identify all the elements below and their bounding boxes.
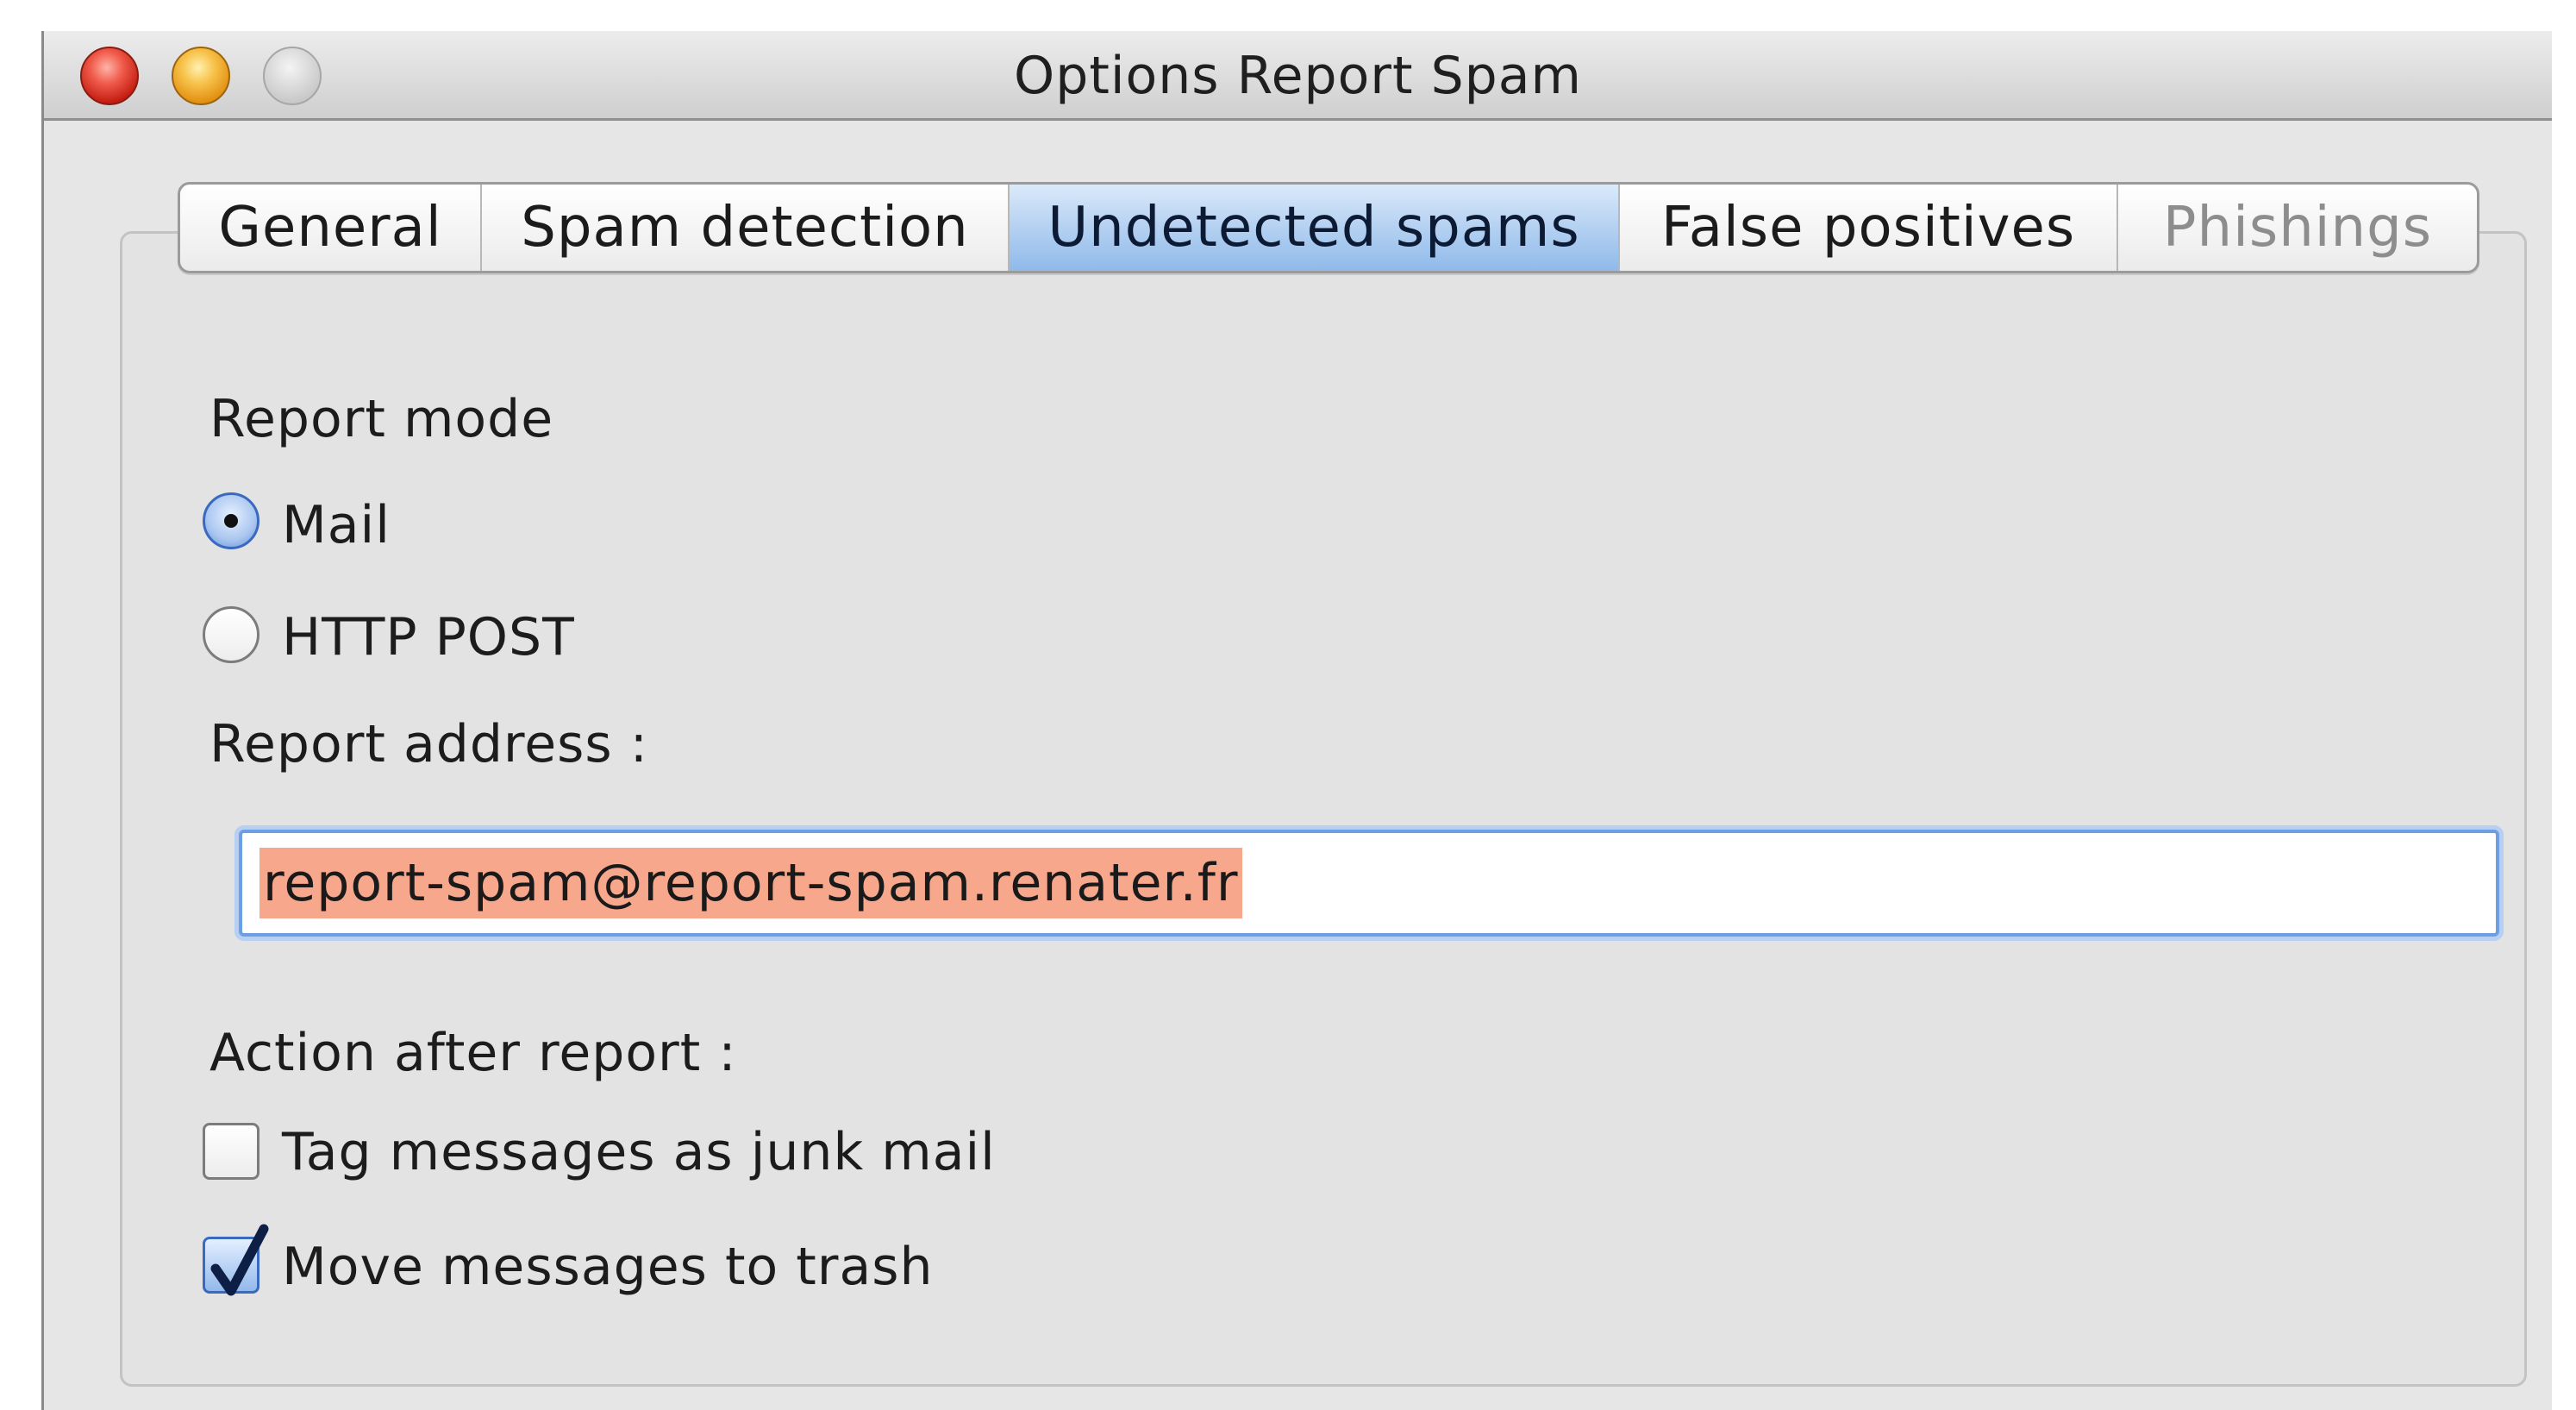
tab-undetected-spams[interactable]: Undetected spams xyxy=(1010,185,1620,271)
http-post-radio-label[interactable]: HTTP POST xyxy=(282,607,575,667)
title-bar[interactable]: Options Report Spam xyxy=(44,31,2552,121)
tab-spam-detection[interactable]: Spam detection xyxy=(482,185,1010,271)
move-to-trash-label[interactable]: Move messages to trash xyxy=(282,1237,934,1297)
report-address-label: Report address : xyxy=(209,714,648,774)
tag-junk-checkbox[interactable] xyxy=(203,1123,259,1180)
tab-general[interactable]: General xyxy=(180,185,482,271)
tab-phishings: Phishings xyxy=(2162,196,2433,260)
options-window: Options Report Spam General Spam detecti… xyxy=(41,31,2552,1410)
tag-junk-label[interactable]: Tag messages as junk mail xyxy=(282,1122,996,1182)
mail-radio-label[interactable]: Mail xyxy=(282,495,391,555)
action-after-report-label: Action after report : xyxy=(209,1023,737,1083)
report-address-input[interactable]: report-spam@report-spam.renater.fr xyxy=(239,830,2499,937)
tab-false-positives[interactable]: False positives xyxy=(1620,185,2118,271)
http-post-radio[interactable] xyxy=(203,606,259,663)
radio-selected-dot xyxy=(224,514,238,528)
report-address-value[interactable]: report-spam@report-spam.renater.fr xyxy=(259,848,1242,918)
report-mode-label: Report mode xyxy=(209,389,554,449)
move-to-trash-checkbox[interactable] xyxy=(203,1224,269,1296)
window-title: Options Report Spam xyxy=(1014,46,1582,106)
checkmark-icon xyxy=(210,1224,269,1296)
tab-bar: General Spam detection Undetected spams … xyxy=(178,182,2479,273)
mail-radio[interactable] xyxy=(203,492,259,549)
